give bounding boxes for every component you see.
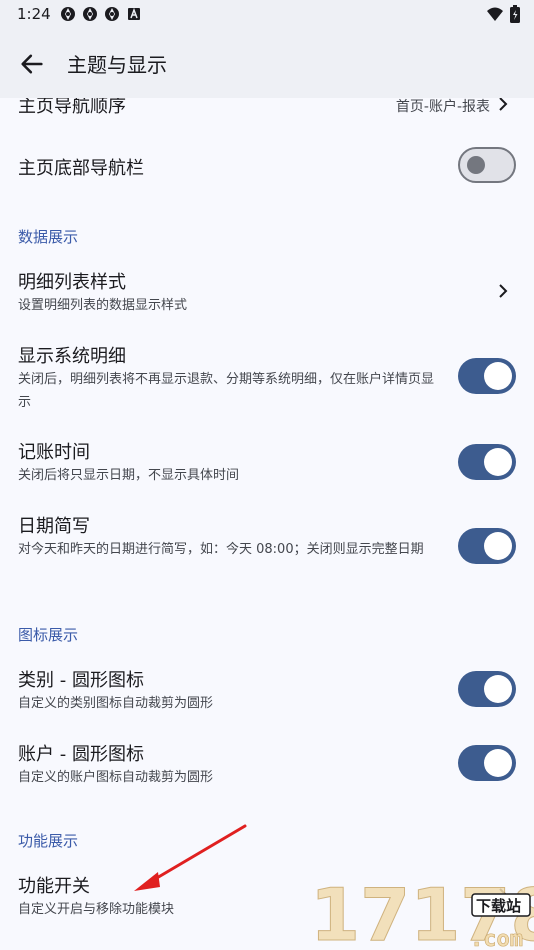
notification-icons <box>60 6 142 22</box>
row-home-bottom-nav[interactable]: 主页底部导航栏 <box>0 138 534 194</box>
row-title: 显示系统明细 <box>18 346 126 367</box>
row-home-nav-order[interactable]: 主页导航顺序 首页-账户-报表 <box>0 98 534 130</box>
app-bar: 主题与显示 <box>0 28 534 98</box>
row-subtitle: 自定义的类别图标自动裁剪为圆形 <box>18 696 214 711</box>
status-right <box>486 5 520 23</box>
status-bar: 1:24 <box>0 0 534 28</box>
row-record-time[interactable]: 记账时间 关闭后将只显示日期，不显示具体时间 <box>0 432 534 492</box>
toggle-knob <box>484 675 512 703</box>
row-title: 账户 - 圆形图标 <box>18 744 144 765</box>
toggle-knob <box>484 749 512 777</box>
row-category-round-icon[interactable]: 类别 - 圆形图标 自定义的类别图标自动裁剪为圆形 <box>0 660 534 720</box>
aperture-icon <box>83 7 97 21</box>
row-title: 明细列表样式 <box>18 272 126 293</box>
aperture-icon <box>105 7 119 21</box>
toggle-date-short[interactable] <box>458 528 516 564</box>
chevron-right-icon <box>499 284 508 298</box>
watermark-domain: .com <box>470 927 523 950</box>
section-header-feature-display: 功能展示 <box>18 832 79 850</box>
row-detail-list-style[interactable]: 明细列表样式 设置明细列表的数据显示样式 <box>0 262 534 322</box>
row-show-system-detail[interactable]: 显示系统明细 关闭后，明细列表将不再显示退款、分期等系统明细，仅在账户详情页显示 <box>0 336 534 418</box>
row-title: 记账时间 <box>18 442 90 463</box>
watermark-logo: 17178 下载站 .com <box>310 873 534 950</box>
toggle-category-round-icon[interactable] <box>458 671 516 707</box>
battery-icon <box>510 5 520 23</box>
row-value: 首页-账户-报表 <box>395 99 490 115</box>
toggle-knob <box>484 532 512 560</box>
row-subtitle: 自定义的账户图标自动裁剪为圆形 <box>18 770 214 785</box>
toggle-knob <box>484 448 512 476</box>
a-box-icon <box>128 7 140 20</box>
toggle-home-bottom-nav[interactable] <box>458 147 516 183</box>
toggle-show-system-detail[interactable] <box>458 358 516 394</box>
toggle-record-time[interactable] <box>458 444 516 480</box>
row-date-short[interactable]: 日期简写 对今天和昨天的日期进行简写，如：今天 08:00；关闭则显示完整日期 <box>0 506 534 588</box>
row-title: 主页导航顺序 <box>18 98 126 117</box>
row-subtitle: 关闭后将只显示日期，不显示具体时间 <box>18 468 240 483</box>
toggle-account-round-icon[interactable] <box>458 745 516 781</box>
row-title: 功能开关 <box>18 876 90 897</box>
row-subtitle: 设置明细列表的数据显示样式 <box>18 298 188 313</box>
chevron-right-icon <box>499 98 508 111</box>
row-account-round-icon[interactable]: 账户 - 圆形图标 自定义的账户图标自动裁剪为圆形 <box>0 734 534 794</box>
row-subtitle: 对今天和昨天的日期进行简写，如：今天 08:00；关闭则显示完整日期 <box>18 542 424 557</box>
section-header-data-display: 数据展示 <box>18 228 79 246</box>
settings-list: 主页导航顺序 首页-账户-报表 主页底部导航栏 数据展示 明细列表样式 设置明细… <box>0 98 534 950</box>
row-title: 类别 - 圆形图标 <box>18 670 144 691</box>
wifi-icon <box>487 7 503 21</box>
row-title: 日期简写 <box>18 516 90 537</box>
status-time: 1:24 <box>17 5 51 23</box>
watermark-badge: 下载站 <box>476 897 521 915</box>
toggle-knob <box>467 156 485 174</box>
toggle-knob <box>484 362 512 390</box>
section-header-icon-display: 图标展示 <box>18 626 79 644</box>
arrow-left-icon[interactable] <box>18 50 46 78</box>
row-subtitle: 关闭后，明细列表将不再显示退款、分期等系统明细，仅在账户详情页显示 <box>18 372 435 410</box>
aperture-icon <box>61 7 75 21</box>
row-title: 主页底部导航栏 <box>18 158 144 179</box>
page-title: 主题与显示 <box>67 53 167 77</box>
